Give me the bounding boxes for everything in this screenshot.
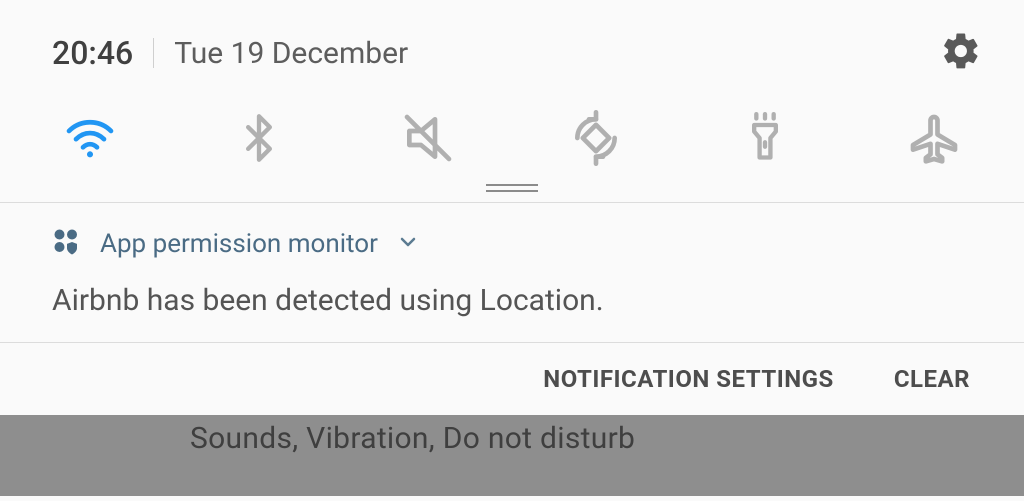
shade-drag-area[interactable] [0, 184, 1024, 202]
qs-auto-rotate[interactable] [566, 110, 626, 166]
qs-mute[interactable] [398, 110, 458, 166]
status-date: Tue 19 December [174, 36, 940, 71]
settings-button[interactable] [940, 30, 982, 76]
notification-app-name: App permission monitor [100, 229, 378, 259]
chevron-down-icon [396, 230, 420, 254]
divider-vertical [153, 38, 154, 68]
drag-handle-icon [486, 184, 538, 192]
airplane-icon [906, 110, 962, 166]
qs-airplane[interactable] [904, 110, 964, 166]
gear-icon [940, 30, 982, 72]
app-permission-monitor-icon [52, 227, 82, 261]
clear-button[interactable]: CLEAR [894, 365, 970, 393]
notification-card[interactable]: App permission monitor Airbnb has been d… [0, 203, 1024, 342]
clock-time: 20:46 [52, 34, 133, 72]
mute-icon [400, 110, 456, 166]
background-app-text: Sounds, Vibration, Do not disturb [0, 415, 1024, 496]
notification-body: Airbnb has been detected using Location. [52, 283, 972, 318]
notification-actions-row: NOTIFICATION SETTINGS CLEAR [0, 343, 1024, 415]
quick-settings-row [0, 86, 1024, 184]
auto-rotate-icon [568, 110, 624, 166]
qs-bluetooth[interactable] [229, 112, 289, 164]
notification-settings-button[interactable]: NOTIFICATION SETTINGS [543, 365, 834, 393]
flashlight-icon [739, 112, 791, 164]
wifi-icon [62, 110, 118, 166]
expand-notification-button[interactable] [396, 230, 420, 258]
status-header: 20:46 Tue 19 December [0, 0, 1024, 86]
notification-shade: 20:46 Tue 19 December [0, 0, 1024, 415]
bluetooth-icon [233, 112, 285, 164]
qs-wifi[interactable] [60, 110, 120, 166]
notification-header: App permission monitor [52, 227, 972, 261]
qs-flashlight[interactable] [735, 112, 795, 164]
